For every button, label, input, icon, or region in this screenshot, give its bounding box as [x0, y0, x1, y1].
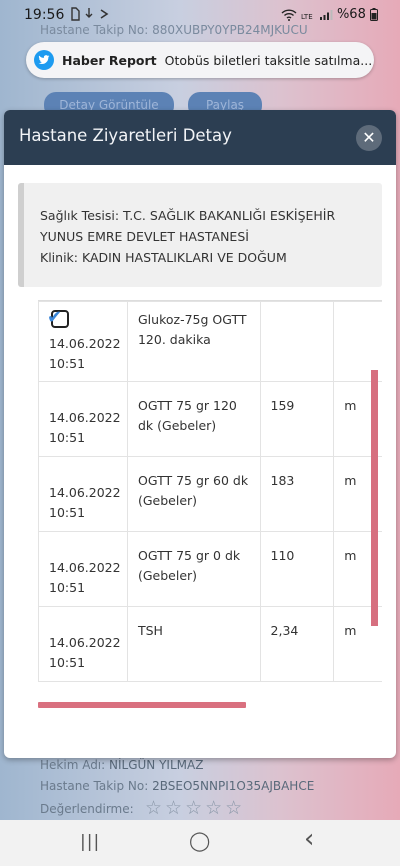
notification-banner[interactable]: Haber Report Otobüs biletleri taksitle s…	[26, 42, 374, 78]
row-time: 10:51	[49, 430, 86, 445]
date-cell: 14.06.2022 10:51	[38, 456, 128, 532]
table-row: 14.06.2022 10:51 OGTT 75 gr 60 dk (Gebel…	[38, 456, 382, 532]
recents-button[interactable]: |||	[80, 832, 100, 852]
test-name: OGTT 75 gr 0 dk (Gebeler)	[126, 531, 261, 607]
status-time: 19:56	[24, 7, 65, 23]
table-row: 14.06.2022 10:51 OGTT 75 gr 0 dk (Gebele…	[38, 531, 382, 607]
date-cell: ✔ 14.06.2022 10:51	[38, 301, 128, 382]
test-value	[259, 301, 335, 382]
facility-line-2: YUNUS EMRE DEVLET HASTANESİ	[40, 229, 249, 244]
table-row: 14.06.2022 10:51 OGTT 75 gr 120 dk (Gebe…	[38, 381, 382, 457]
clinic-line: Klinik: KADIN HASTALIKLARI VE DOĞUM	[40, 250, 287, 265]
results-table: ✔ 14.06.2022 10:51 Glukoz-75g OGTT 120. …	[38, 301, 382, 682]
row-date: 14.06.2022	[49, 410, 121, 425]
date-cell: 14.06.2022 10:51	[38, 606, 128, 682]
modal-title: Hastane Ziyaretleri Detay	[19, 126, 232, 145]
facility-info-box: Sağlık Tesisi: T.C. SAĞLIK BAKANLIĞI ESK…	[18, 183, 382, 287]
wifi-icon	[281, 8, 297, 21]
test-name: OGTT 75 gr 60 dk (Gebeler)	[126, 456, 261, 532]
visit-detail-modal: Hastane Ziyaretleri Detay ✕ Sağlık Tesis…	[4, 110, 396, 758]
status-left-icons	[70, 6, 110, 21]
test-name: OGTT 75 gr 120 dk (Gebeler)	[126, 381, 261, 457]
notification-source: Haber Report	[62, 52, 157, 68]
row-date: 14.06.2022	[49, 485, 121, 500]
rating-label: Değerlendirme:	[40, 802, 134, 816]
row-date: 14.06.2022	[49, 336, 121, 351]
sim-icon	[71, 6, 80, 21]
test-value: 183	[259, 456, 335, 532]
test-value: 2,34	[259, 606, 335, 682]
row-time: 10:51	[49, 356, 86, 371]
status-right: LTE %68	[281, 7, 378, 22]
date-cell: 14.06.2022 10:51	[38, 531, 128, 607]
check-icon: ✔	[47, 307, 63, 328]
modal-header: Hastane Ziyaretleri Detay ✕	[4, 110, 396, 165]
home-button[interactable]: ◯	[189, 830, 210, 852]
row-checkbox[interactable]: ✔	[47, 308, 69, 328]
download-icon	[85, 7, 93, 18]
vibrate-icon	[100, 8, 109, 19]
row-date: 14.06.2022	[49, 560, 121, 575]
row-date: 14.06.2022	[49, 635, 121, 650]
test-name: Glukoz-75g OGTT 120. dakika	[126, 301, 261, 382]
tracking-label: Hastane Takip No:	[40, 779, 149, 793]
test-name: TSH	[126, 606, 261, 682]
battery-icon	[370, 8, 378, 21]
date-cell: 14.06.2022 10:51	[38, 381, 128, 457]
svg-text:LTE: LTE	[301, 13, 313, 21]
table-row: 14.06.2022 10:51 TSH 2,34 m	[38, 606, 382, 682]
rating-stars[interactable]: ☆☆☆☆☆	[145, 797, 245, 819]
table-row: ✔ 14.06.2022 10:51 Glukoz-75g OGTT 120. …	[38, 301, 382, 382]
test-value: 110	[259, 531, 335, 607]
status-bar: 19:56 LTE %68	[0, 0, 400, 32]
row-time: 10:51	[49, 580, 86, 595]
battery-percent: %68	[336, 7, 366, 22]
navigation-bar: ||| ◯ ‹	[0, 820, 400, 866]
tracking-value: 2BSEO5NNPI1O35AJBAHCE	[152, 779, 315, 793]
results-table-container[interactable]: ✔ 14.06.2022 10:51 Glukoz-75g OGTT 120. …	[38, 300, 382, 708]
back-button[interactable]: ‹	[304, 824, 314, 854]
signal-icon	[319, 9, 333, 20]
notification-message: Otobüs biletleri taksitle satılma...	[164, 52, 373, 68]
lte-icon: LTE	[301, 13, 313, 21]
tracking-row: Hastane Takip No: 2BSEO5NNPI1O35AJBAHCE	[40, 779, 314, 793]
horizontal-scrollbar[interactable]	[38, 702, 246, 708]
doctor-row: Hekim Adı: NİLGÜN YILMAZ	[40, 758, 203, 772]
doctor-label: Hekim Adı:	[40, 758, 106, 772]
test-value: 159	[259, 381, 335, 457]
row-time: 10:51	[49, 655, 86, 670]
facility-line-1: Sağlık Tesisi: T.C. SAĞLIK BAKANLIĞI ESK…	[40, 208, 336, 223]
row-time: 10:51	[49, 505, 86, 520]
twitter-icon	[34, 50, 54, 70]
vertical-scrollbar[interactable]	[371, 370, 378, 626]
doctor-name: NİLGÜN YILMAZ	[109, 758, 204, 772]
close-button[interactable]: ✕	[356, 125, 382, 151]
